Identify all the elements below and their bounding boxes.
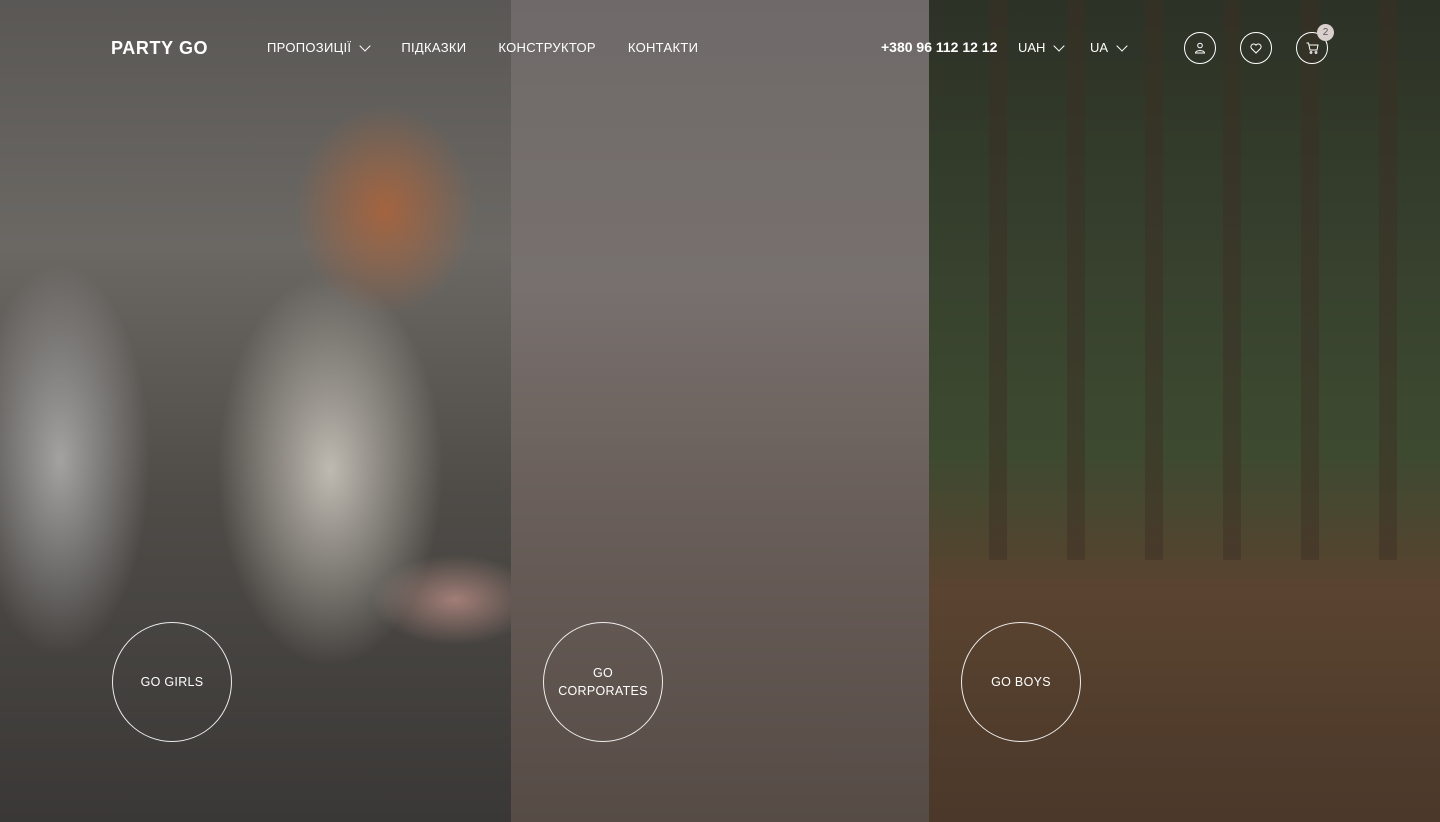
cart-icon [1306,42,1319,54]
account-button[interactable] [1184,32,1216,64]
nav-tips-label: ПІДКАЗКИ [401,40,467,55]
go-boys-button[interactable]: GO BOYS [961,622,1081,742]
nav-offers[interactable]: ПРОПОЗИЦІЇ [267,39,372,55]
nav-constructor-label: КОНСТРУКТОР [498,40,596,55]
cart-count-badge: 2 [1317,24,1334,41]
phone-link[interactable]: +380 96 112 12 12 [881,39,997,55]
nav-offers-label: ПРОПОЗИЦІЇ [267,40,352,55]
heart-icon [1250,43,1262,54]
currency-value: UAH [1018,40,1046,55]
chevron-down-icon [1053,39,1066,52]
nav-contacts-label: КОНТАКТИ [627,40,699,55]
cart-button[interactable]: 2 [1296,24,1334,64]
currency-select[interactable]: UAH [1018,39,1066,55]
chevron-down-icon [1116,39,1128,52]
user-icon [1194,42,1206,54]
site-header: PARTY GO ПРОПОЗИЦІЇ ПІДКАЗКИ КОНСТРУКТОР… [0,0,1440,96]
wishlist-button[interactable] [1240,32,1272,64]
nav-tips[interactable]: ПІДКАЗКИ [401,40,466,55]
panel-girls[interactable] [0,0,511,822]
go-boys-label: GO BOYS [991,675,1051,689]
go-girls-button[interactable]: GO GIRLS [112,622,232,742]
chevron-down-icon [359,39,372,52]
language-select[interactable]: UA [1090,39,1128,55]
main-nav: ПРОПОЗИЦІЇ ПІДКАЗКИ КОНСТРУКТОР КОНТАКТИ [267,39,698,55]
go-corporates-button[interactable]: GO CORPORATES [543,622,663,742]
nav-contacts[interactable]: КОНТАКТИ [628,40,698,55]
logo[interactable]: PARTY GO [111,38,208,59]
go-girls-label: GO GIRLS [140,675,204,689]
language-value: UA [1090,40,1109,55]
go-corporates-label: GO CORPORATES [558,666,648,698]
nav-constructor[interactable]: КОНСТРУКТОР [498,40,595,55]
